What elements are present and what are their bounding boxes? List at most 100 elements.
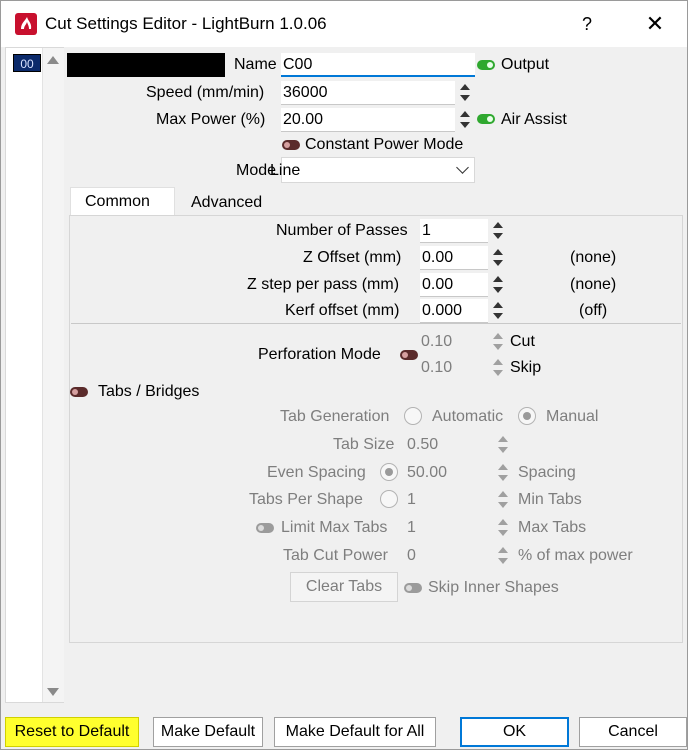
kerf-label: Kerf offset (mm) [285, 302, 400, 319]
spin-up-icon[interactable] [493, 333, 503, 339]
spin-up-icon[interactable] [498, 464, 508, 470]
spin-up-icon[interactable] [460, 84, 470, 90]
lightburn-logo-icon [15, 13, 37, 35]
tab-cut-power-spinner[interactable] [496, 544, 510, 568]
kerf-note: (off) [579, 302, 608, 319]
layer-list[interactable]: 00 [5, 47, 64, 703]
spin-down-icon[interactable] [493, 344, 503, 350]
layer-list-scrollbar[interactable] [42, 48, 64, 702]
scroll-up-arrow-icon[interactable] [47, 56, 59, 64]
spin-down-icon[interactable] [493, 260, 503, 266]
skip-spinner[interactable] [491, 356, 505, 380]
spin-down-icon[interactable] [498, 502, 508, 508]
kerf-spinner[interactable] [491, 299, 505, 323]
air-assist-label: Air Assist [501, 111, 567, 128]
spin-down-icon[interactable] [493, 233, 503, 239]
tab-cut-power-value[interactable]: 0 [407, 547, 416, 565]
automatic-radio[interactable] [404, 407, 422, 425]
tab-advanced-label: Advanced [191, 194, 263, 211]
name-input[interactable]: C00 [281, 53, 475, 77]
spin-down-icon[interactable] [498, 558, 508, 564]
even-spacing-value[interactable]: 50.00 [407, 464, 447, 482]
z-offset-input[interactable]: 0.00 [420, 246, 488, 270]
pct-max-power-label: % of max power [518, 547, 633, 564]
make-default-all-button[interactable]: Make Default for All [274, 717, 436, 747]
clear-tabs-button[interactable]: Clear Tabs [290, 572, 398, 602]
mode-dropdown[interactable]: Line [270, 157, 475, 183]
spacing-spinner[interactable] [496, 461, 510, 485]
air-assist-toggle[interactable] [477, 114, 495, 124]
limit-max-tabs-label: Limit Max Tabs [281, 519, 388, 536]
limit-max-tabs-toggle[interactable] [256, 523, 274, 533]
tab-generation-label: Tab Generation [280, 408, 390, 425]
spin-down-icon[interactable] [498, 447, 508, 453]
speed-spinner[interactable] [458, 81, 472, 105]
output-toggle[interactable] [477, 60, 495, 70]
spin-up-icon[interactable] [493, 249, 503, 255]
ok-button[interactable]: OK [460, 717, 569, 747]
cancel-button[interactable]: Cancel [579, 717, 687, 747]
spin-up-icon[interactable] [498, 547, 508, 553]
cut-value[interactable]: 0.10 [421, 333, 452, 351]
z-step-spinner[interactable] [491, 273, 505, 297]
skip-value[interactable]: 0.10 [421, 359, 452, 377]
tabs-per-shape-radio[interactable] [380, 490, 398, 508]
spin-down-icon[interactable] [493, 313, 503, 319]
spin-up-icon[interactable] [493, 359, 503, 365]
even-spacing-radio[interactable] [380, 463, 398, 481]
tabs-per-shape-value[interactable]: 1 [407, 491, 416, 509]
max-power-label: Max Power (%) [156, 111, 266, 128]
spin-down-icon[interactable] [460, 95, 470, 101]
passes-spinner[interactable] [491, 219, 505, 243]
kerf-input[interactable]: 0.000 [420, 299, 488, 323]
divider [71, 323, 681, 324]
help-button[interactable]: ? [569, 9, 605, 39]
tabs-bridges-toggle[interactable] [70, 387, 88, 397]
tabs-bridges-label: Tabs / Bridges [98, 383, 200, 400]
close-button[interactable]: ✕ [635, 9, 675, 39]
tab-common[interactable]: Common [70, 187, 175, 217]
spin-down-icon[interactable] [493, 370, 503, 376]
max-power-spinner[interactable] [458, 108, 472, 132]
manual-label: Manual [546, 408, 599, 425]
spin-down-icon[interactable] [498, 530, 508, 536]
z-offset-spinner[interactable] [491, 246, 505, 270]
skip-label: Skip [510, 359, 542, 376]
spin-up-icon[interactable] [493, 302, 503, 308]
speed-input[interactable]: 36000 [281, 81, 455, 105]
layer-color-swatch[interactable] [67, 53, 225, 77]
spin-up-icon[interactable] [498, 436, 508, 442]
mode-value: Line [270, 162, 301, 179]
skip-inner-toggle[interactable] [404, 583, 422, 593]
spin-down-icon[interactable] [460, 122, 470, 128]
spin-up-icon[interactable] [460, 111, 470, 117]
scroll-down-arrow-icon[interactable] [47, 688, 59, 696]
perforation-label: Perforation Mode [258, 346, 381, 363]
automatic-label: Automatic [432, 408, 504, 425]
tabs-per-shape-label: Tabs Per Shape [249, 491, 363, 508]
spin-down-icon[interactable] [498, 475, 508, 481]
tab-size-value[interactable]: 0.50 [407, 436, 438, 454]
skip-inner-label: Skip Inner Shapes [428, 579, 559, 596]
make-default-button[interactable]: Make Default [153, 717, 263, 747]
manual-radio[interactable] [518, 407, 536, 425]
reset-to-default-button[interactable]: Reset to Default [5, 717, 139, 747]
spin-up-icon[interactable] [493, 276, 503, 282]
limit-max-tabs-value[interactable]: 1 [407, 519, 416, 537]
perforation-toggle[interactable] [400, 350, 418, 360]
tab-size-spinner[interactable] [496, 433, 510, 457]
z-step-label: Z step per pass (mm) [247, 276, 400, 293]
spin-up-icon[interactable] [498, 491, 508, 497]
max-tabs-spinner[interactable] [496, 516, 510, 540]
constant-power-toggle[interactable] [282, 140, 300, 150]
max-power-input[interactable]: 20.00 [281, 108, 455, 132]
z-step-input[interactable]: 0.00 [420, 273, 488, 297]
passes-input[interactable]: 1 [420, 219, 488, 243]
spin-down-icon[interactable] [493, 287, 503, 293]
min-tabs-spinner[interactable] [496, 488, 510, 512]
layer-item-00[interactable]: 00 [13, 54, 41, 72]
cut-settings-window: Cut Settings Editor - LightBurn 1.0.06 ?… [0, 0, 688, 750]
cut-spinner[interactable] [491, 330, 505, 354]
spin-up-icon[interactable] [493, 222, 503, 228]
spin-up-icon[interactable] [498, 519, 508, 525]
